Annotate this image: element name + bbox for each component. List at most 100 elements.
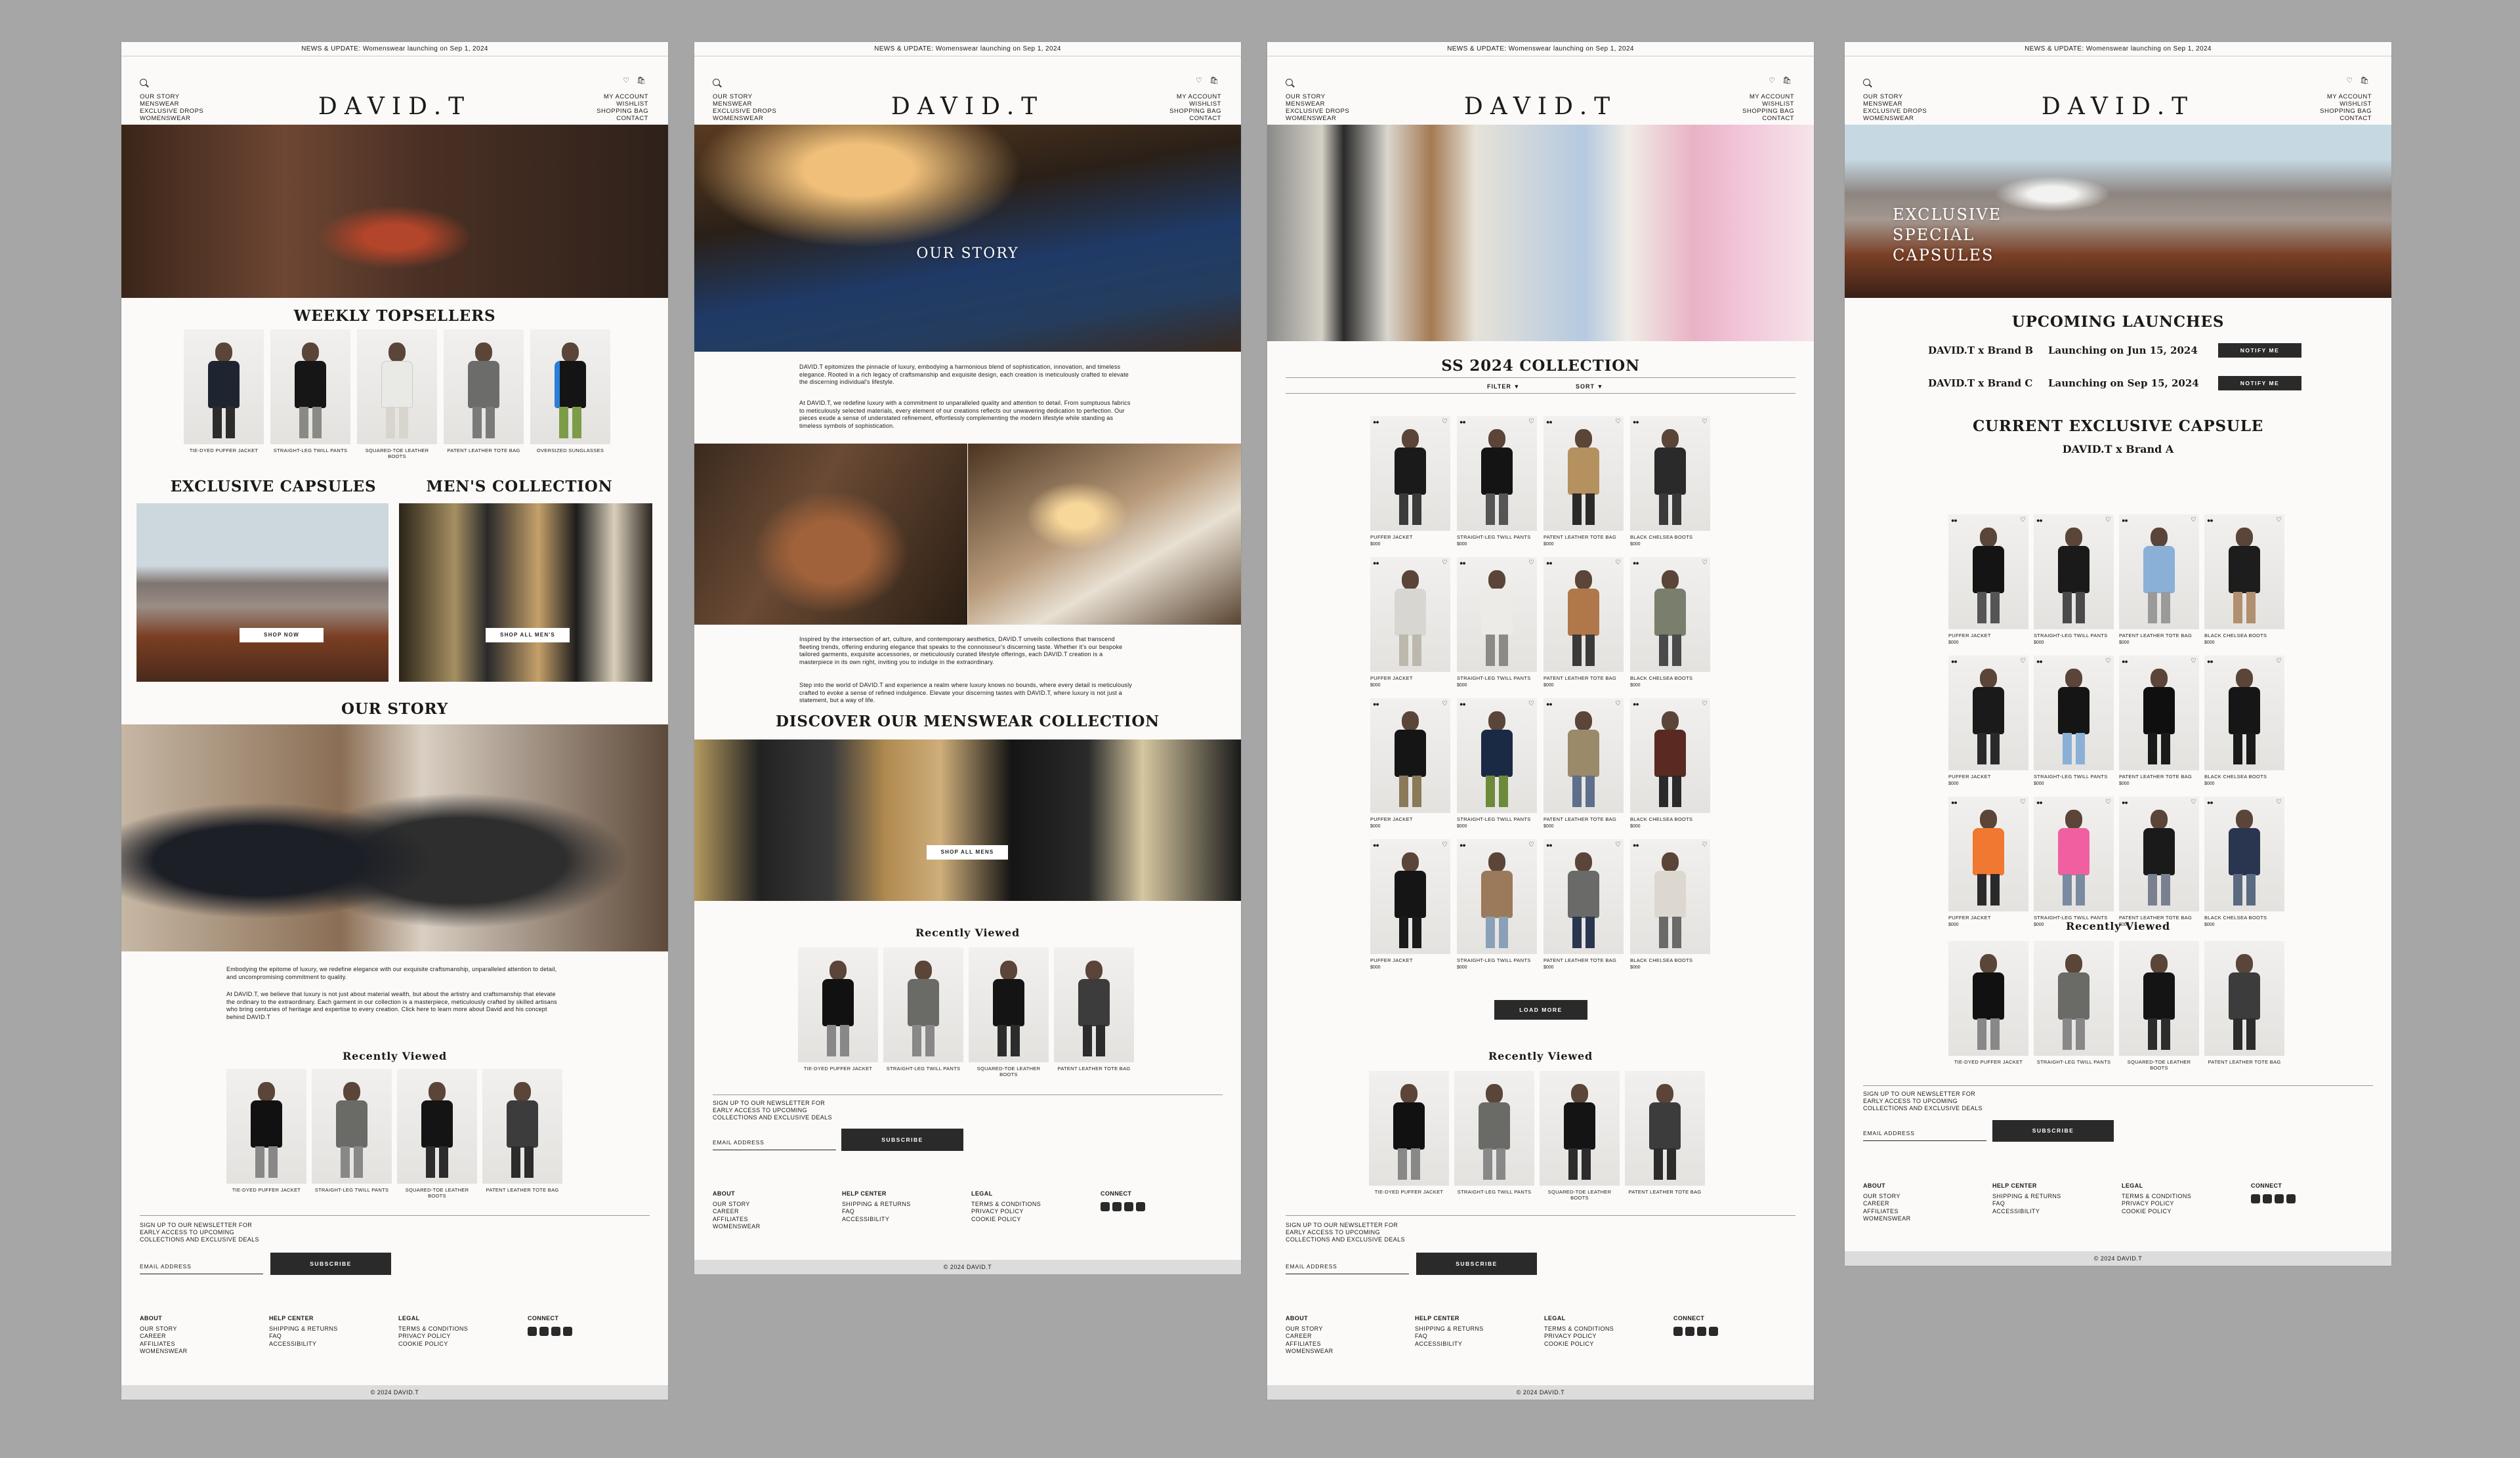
product-card[interactable]: ●● ♡ BLACK CHELSEA BOOTS $000 <box>2204 797 2284 927</box>
heart-icon[interactable]: ♡ <box>2020 516 2026 524</box>
product-card[interactable]: ●● ♡ PATENT LEATHER TOTE BAG $000 <box>2119 797 2199 927</box>
email-input[interactable]: EMAIL ADDRESS <box>1286 1263 1409 1274</box>
wishlist-bag-icons[interactable]: ♡ 🛍 <box>623 76 648 85</box>
filter-dropdown[interactable]: FILTER ▼ <box>1487 383 1520 390</box>
product-card[interactable]: ●● ♡ PATENT LEATHER TOTE BAG $000 <box>2119 656 2199 786</box>
shop-now-button[interactable]: SHOP NOW <box>240 628 324 642</box>
youtube-icon[interactable] <box>528 1326 537 1336</box>
linkedin-icon[interactable] <box>551 1326 560 1336</box>
product-card[interactable]: ●● ♡ STRAIGHT-LEG TWILL PANTS $000 <box>2034 514 2114 645</box>
product-card[interactable]: ●● ♡ BLACK CHELSEA BOOTS $000 <box>1630 698 1710 829</box>
recent-item[interactable]: PATENT LEATHER TOTE BAG <box>1054 948 1134 1072</box>
wishlist-bag-icons[interactable]: ♡ 🛍 <box>1769 76 1794 85</box>
heart-icon[interactable]: ♡ <box>2020 799 2026 806</box>
email-input[interactable]: EMAIL ADDRESS <box>713 1139 836 1150</box>
heart-icon[interactable]: ♡ <box>1528 559 1534 566</box>
heart-icon[interactable]: ♡ <box>1528 841 1534 848</box>
heart-icon[interactable]: ♡ <box>1528 700 1534 707</box>
recent-item[interactable]: STRAIGHT-LEG TWILL PANTS <box>1454 1071 1534 1195</box>
heart-icon[interactable]: ♡ <box>1528 418 1534 425</box>
nav-my-account[interactable]: MY ACCOUNT <box>597 93 648 100</box>
instagram-icon[interactable] <box>1112 1201 1122 1211</box>
heart-icon[interactable]: ♡ <box>1442 559 1448 566</box>
heart-icon[interactable]: ♡ <box>1702 700 1708 707</box>
recent-item[interactable]: SQUARED-TOE LEATHER BOOTS <box>969 948 1049 1077</box>
nav-shopping-bag[interactable]: SHOPPING BAG <box>597 108 648 115</box>
product-card[interactable]: ●● ♡ PATENT LEATHER TOTE BAG $000 <box>1544 416 1624 547</box>
product-card[interactable]: TIE-DYED PUFFER JACKET <box>184 329 264 453</box>
heart-icon[interactable]: ♡ <box>2191 657 2196 665</box>
product-card[interactable]: ●● ♡ BLACK CHELSEA BOOTS $000 <box>1630 557 1710 688</box>
wishlist-bag-icons[interactable]: ♡ 🛍 <box>1196 76 1221 85</box>
video-icon[interactable] <box>1136 1201 1145 1211</box>
product-card[interactable]: ●● ♡ BLACK CHELSEA BOOTS $000 <box>1630 839 1710 970</box>
heart-icon[interactable]: ♡ <box>1615 559 1621 566</box>
heart-icon[interactable]: ♡ <box>2276 799 2282 806</box>
wishlist-bag-icons[interactable]: ♡ 🛍 <box>2346 76 2372 85</box>
product-card[interactable]: ●● ♡ STRAIGHT-LEG TWILL PANTS $000 <box>2034 797 2114 927</box>
recent-item[interactable]: SQUARED-TOE LEATHER BOOTS <box>397 1069 477 1199</box>
heart-icon[interactable]: ♡ <box>2276 657 2282 665</box>
logo[interactable]: DAVID.T <box>1845 93 2391 120</box>
heart-icon[interactable]: ♡ <box>2105 657 2111 665</box>
heart-icon[interactable]: ♡ <box>2105 516 2111 524</box>
menswear-image[interactable] <box>694 739 1241 901</box>
notify-me-button[interactable]: NOTIFY ME <box>2218 376 2301 390</box>
video-icon[interactable] <box>2286 1194 2296 1203</box>
recent-item[interactable]: STRAIGHT-LEG TWILL PANTS <box>312 1069 392 1193</box>
product-card[interactable]: ●● ♡ BLACK CHELSEA BOOTS $000 <box>1630 416 1710 547</box>
recent-item[interactable]: TIE-DYED PUFFER JACKET <box>798 948 878 1072</box>
heart-icon[interactable]: ♡ <box>1442 841 1448 848</box>
recent-item[interactable]: SQUARED-TOE LEATHER BOOTS <box>2119 941 2199 1071</box>
youtube-icon[interactable] <box>2251 1194 2260 1203</box>
video-icon[interactable] <box>1709 1326 1718 1336</box>
youtube-icon[interactable] <box>1101 1201 1110 1211</box>
heart-icon[interactable]: ♡ <box>1615 700 1621 707</box>
logo[interactable]: DAVID.T <box>694 93 1241 120</box>
shop-all-mens-button[interactable]: SHOP ALL MENS <box>927 845 1008 860</box>
logo[interactable]: DAVID.T <box>1267 93 1814 120</box>
video-icon[interactable] <box>563 1326 572 1336</box>
sort-dropdown[interactable]: SORT ▼ <box>1576 383 1603 390</box>
product-card[interactable]: ●● ♡ PUFFER JACKET $000 <box>1370 698 1450 829</box>
product-card[interactable]: ●● ♡ STRAIGHT-LEG TWILL PANTS $000 <box>1457 698 1537 829</box>
shop-all-mens-button[interactable]: SHOP ALL MEN'S <box>486 628 570 642</box>
subscribe-button[interactable]: SUBSCRIBE <box>1416 1253 1537 1275</box>
subscribe-button[interactable]: SUBSCRIBE <box>1992 1120 2114 1142</box>
product-card[interactable]: ●● ♡ PATENT LEATHER TOTE BAG $000 <box>1544 557 1624 688</box>
instagram-icon[interactable] <box>1685 1326 1694 1336</box>
product-card[interactable]: ●● ♡ PUFFER JACKET $000 <box>1370 839 1450 970</box>
heart-icon[interactable]: ♡ <box>2191 799 2196 806</box>
subscribe-button[interactable]: SUBSCRIBE <box>841 1129 963 1151</box>
recent-item[interactable]: STRAIGHT-LEG TWILL PANTS <box>883 948 963 1072</box>
recent-item[interactable]: TIE-DYED PUFFER JACKET <box>1948 941 2028 1065</box>
product-card[interactable]: ●● ♡ PUFFER JACKET $000 <box>1948 514 2028 645</box>
notify-me-button[interactable]: NOTIFY ME <box>2218 343 2301 358</box>
heart-icon[interactable]: ♡ <box>2191 516 2196 524</box>
nav-contact[interactable]: CONTACT <box>597 115 648 122</box>
heart-icon[interactable]: ♡ <box>1615 418 1621 425</box>
recent-item[interactable]: STRAIGHT-LEG TWILL PANTS <box>2034 941 2114 1065</box>
email-input[interactable]: EMAIL ADDRESS <box>1863 1130 1986 1141</box>
heart-icon[interactable]: ♡ <box>1702 559 1708 566</box>
product-card[interactable]: ●● ♡ BLACK CHELSEA BOOTS $000 <box>2204 656 2284 786</box>
product-card[interactable]: STRAIGHT-LEG TWILL PANTS <box>270 329 350 453</box>
heart-icon[interactable]: ♡ <box>1442 418 1448 425</box>
email-input[interactable]: EMAIL ADDRESS <box>140 1263 263 1274</box>
product-card[interactable]: ●● ♡ PATENT LEATHER TOTE BAG $000 <box>1544 698 1624 829</box>
linkedin-icon[interactable] <box>1697 1326 1706 1336</box>
heart-icon[interactable]: ♡ <box>1442 700 1448 707</box>
heart-icon[interactable]: ♡ <box>1702 841 1708 848</box>
instagram-icon[interactable] <box>2263 1194 2272 1203</box>
heart-icon[interactable]: ♡ <box>1615 841 1621 848</box>
linkedin-icon[interactable] <box>2275 1194 2284 1203</box>
product-card[interactable]: ●● ♡ PUFFER JACKET $000 <box>1948 797 2028 927</box>
product-card[interactable]: ●● ♡ STRAIGHT-LEG TWILL PANTS $000 <box>2034 656 2114 786</box>
product-card[interactable]: ●● ♡ PATENT LEATHER TOTE BAG $000 <box>1544 839 1624 970</box>
product-card[interactable]: OVERSIZED SUNGLASSES <box>530 329 610 453</box>
recent-item[interactable]: SQUARED-TOE LEATHER BOOTS <box>1540 1071 1620 1201</box>
heart-icon[interactable]: ♡ <box>2020 657 2026 665</box>
product-card[interactable]: PATENT LEATHER TOTE BAG <box>444 329 524 453</box>
logo[interactable]: DAVID.T <box>121 93 668 120</box>
mens-collection-image[interactable] <box>399 503 652 682</box>
